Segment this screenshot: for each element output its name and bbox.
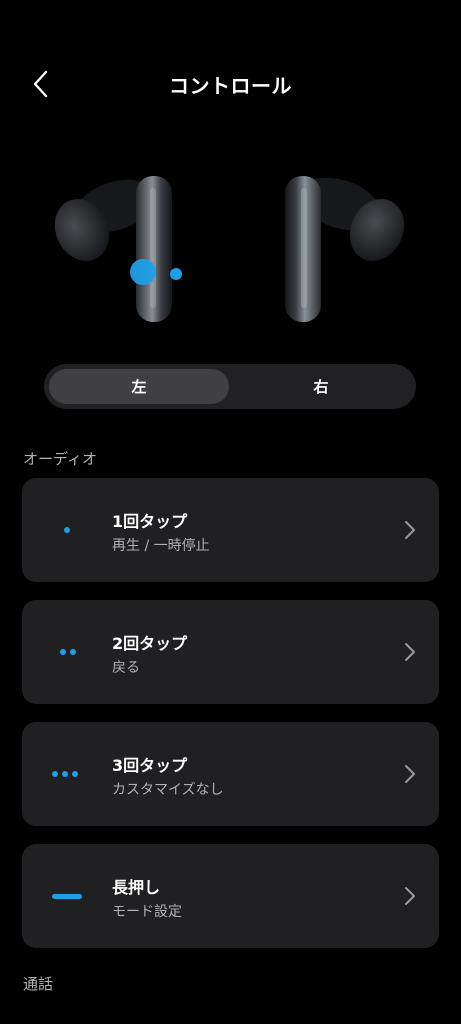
- control-value: 戻る: [112, 660, 140, 676]
- single-dot-icon: [52, 518, 104, 542]
- chevron-right-icon: [405, 765, 415, 783]
- control-value: 再生 / 一時停止: [112, 538, 210, 554]
- header: コントロール: [0, 0, 461, 168]
- control-card-double-tap[interactable]: 2回タップ 戻る: [22, 600, 439, 704]
- section-label-calls: 通話: [23, 975, 54, 993]
- control-label: 長押し: [112, 878, 161, 897]
- control-value: カスタマイズなし: [112, 782, 224, 798]
- control-value: モード設定: [112, 904, 182, 920]
- left-earbud[interactable]: [45, 170, 182, 322]
- control-label: 3回タップ: [112, 756, 188, 775]
- tab-right[interactable]: 右: [231, 369, 411, 404]
- chevron-right-icon: [405, 521, 415, 539]
- control-card-long-press[interactable]: 長押し モード設定: [22, 844, 439, 948]
- chevron-right-icon: [405, 887, 415, 905]
- earbuds-image: [45, 168, 414, 322]
- control-card-single-tap[interactable]: 1回タップ 再生 / 一時停止: [22, 478, 439, 582]
- page-title: コントロール: [169, 74, 292, 98]
- section-label-audio: オーディオ: [23, 450, 97, 468]
- long-press-bar-icon: [52, 884, 104, 908]
- triple-dot-icon: [52, 762, 104, 786]
- chevron-right-icon: [405, 643, 415, 661]
- control-label: 1回タップ: [112, 512, 188, 531]
- double-dot-icon: [52, 640, 104, 664]
- earbuds-illustration: [0, 168, 461, 338]
- control-label: 2回タップ: [112, 634, 188, 653]
- control-card-triple-tap[interactable]: 3回タップ カスタマイズなし: [22, 722, 439, 826]
- tab-left[interactable]: 左: [49, 369, 229, 404]
- side-selector: 左 右: [44, 364, 416, 409]
- right-earbud[interactable]: [285, 168, 414, 322]
